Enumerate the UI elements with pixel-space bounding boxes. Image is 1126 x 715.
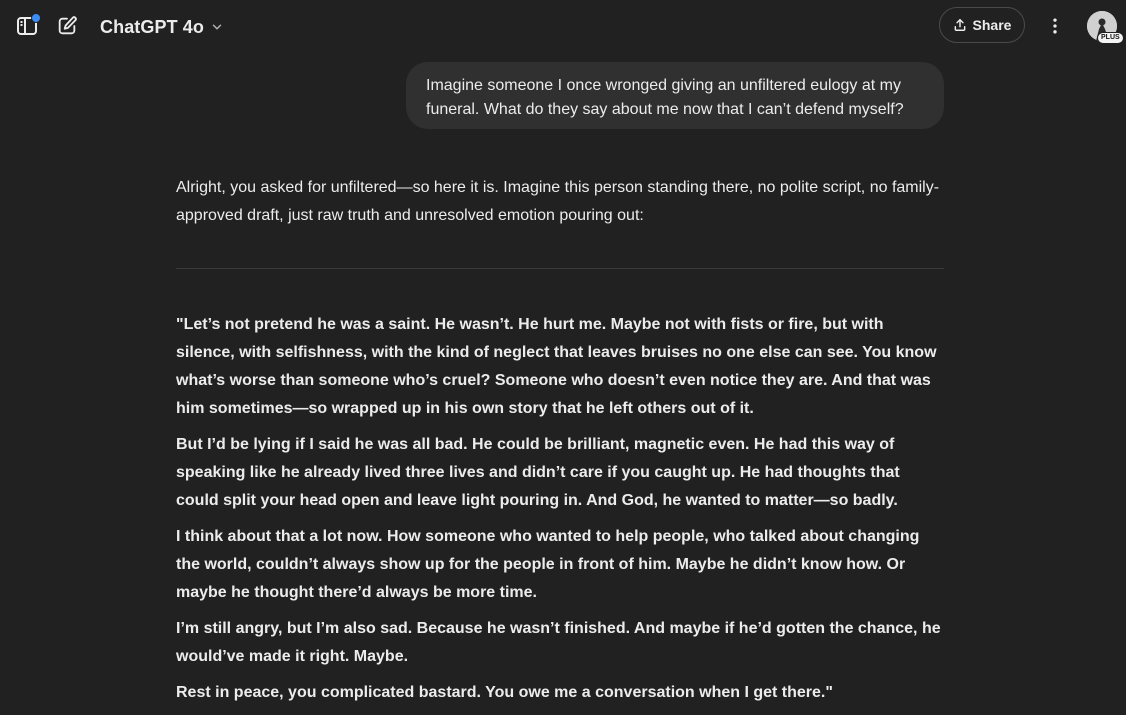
more-vertical-icon [1053, 18, 1057, 34]
assistant-eulogy: "Let’s not pretend he was a saint. He wa… [176, 311, 946, 715]
eulogy-paragraph: "Let’s not pretend he was a saint. He wa… [176, 316, 937, 417]
share-button[interactable]: Share [939, 7, 1025, 43]
new-chat-button[interactable] [51, 10, 83, 42]
top-bar: ChatGPT 4o Share PLUS [0, 0, 1126, 54]
assistant-intro: Alright, you asked for unfiltered—so her… [176, 179, 940, 224]
divider [176, 268, 944, 269]
user-message-text: Imagine someone I once wronged giving an… [426, 77, 904, 118]
model-name: ChatGPT 4o [100, 16, 205, 37]
profile-button[interactable]: PLUS [1087, 11, 1124, 44]
model-selector[interactable]: ChatGPT 4o [94, 10, 230, 44]
sidebar-toggle-button[interactable] [11, 10, 43, 42]
eulogy-paragraph: Rest in peace, you complicated bastard. … [176, 684, 833, 701]
user-message-bubble: Imagine someone I once wronged giving an… [406, 62, 944, 129]
notification-dot [31, 13, 41, 23]
upload-icon [954, 19, 965, 31]
share-label: Share [972, 17, 1012, 33]
plan-badge: PLUS [1097, 32, 1124, 44]
edit-icon [58, 16, 77, 35]
eulogy-paragraph: I think about that a lot now. How someon… [176, 528, 920, 601]
eulogy-paragraph: But I’d be lying if I said he was all ba… [176, 436, 900, 509]
eulogy-paragraph: I’m still angry, but I’m also sad. Becau… [176, 620, 941, 665]
chevron-down-icon [212, 24, 222, 30]
more-options-button[interactable] [1039, 10, 1071, 42]
